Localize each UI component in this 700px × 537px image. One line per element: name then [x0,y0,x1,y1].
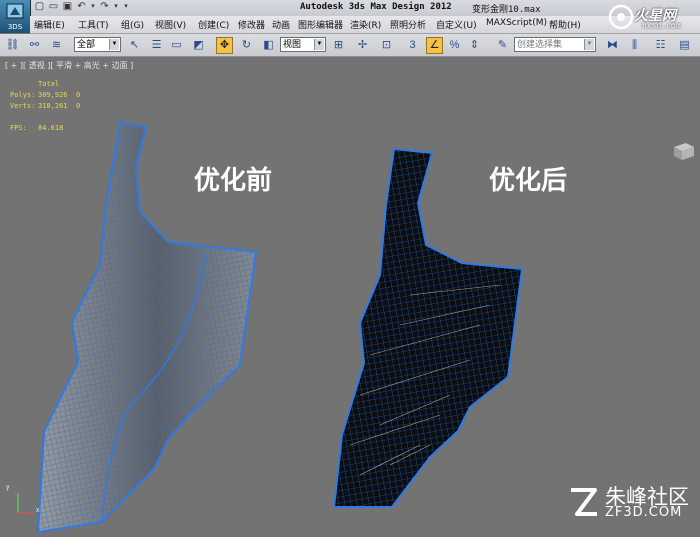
application-button[interactable]: 3DS [0,0,31,33]
stats-polys-value: 309,926 [38,91,68,99]
title-bar: ▢ ▭ ▣ ↶ ▾ ↷ ▾ ▾ Autodesk 3ds Max Design … [0,0,700,17]
stats-fps-label: FPS: [10,124,27,132]
bind-space-warp-icon[interactable]: ≋ [48,37,65,54]
stats-verts-value: 318,261 [38,102,68,110]
mesh-after-optimization[interactable] [330,145,550,515]
zf3d-logo-icon [571,488,597,516]
menu-group[interactable]: 组(G) [121,18,144,31]
select-link-icon[interactable]: ⛓ [4,37,21,54]
mesh-before-optimization[interactable] [28,117,268,537]
max-logo-icon [6,3,24,19]
reference-coord-value: 视图 [283,39,302,49]
selection-filter-value: 全部 [77,39,96,49]
select-and-scale-icon[interactable]: ◧ [260,37,277,54]
mirror-icon[interactable]: ⧓ [604,37,621,54]
viewport-label[interactable]: [ + ][ 透视 ][ 平滑 + 高光 + 边面 ] [5,60,133,71]
snaps-toggle-icon[interactable]: 3 [404,37,421,54]
viewcube-icon[interactable] [672,141,696,161]
menu-edit[interactable]: 编辑(E) [34,18,65,31]
menu-help[interactable]: 帮助(H) [549,18,581,31]
hxsd-watermark: 火星网 hxsd.com [606,4,698,31]
menu-graph-editors[interactable]: 图形编辑器 [298,18,343,31]
stats-verts-selected: 0 [76,102,81,110]
menu-tools[interactable]: 工具(T) [78,18,109,31]
named-selection-dropdown[interactable]: 创建选择集 ▼ [514,37,596,52]
menu-rendering[interactable]: 渲染(R) [350,18,381,31]
customize-qat-icon[interactable]: ▾ [122,1,130,12]
unlink-icon[interactable]: ⚯ [26,37,43,54]
menu-animation[interactable]: 动画 [272,18,290,31]
rectangular-selection-icon[interactable]: ▭ [168,37,185,54]
graphite-ribbon-icon[interactable]: ▤ [676,37,693,54]
angle-snap-icon[interactable]: ∠ [426,37,443,54]
stats-polys-selected: 0 [76,91,81,99]
axis-y-label: y [6,484,10,491]
select-and-move-icon[interactable]: ✥ [216,37,233,54]
menu-create[interactable]: 创建(C) [198,18,229,31]
stats-header: Total [38,80,60,88]
window-crossing-icon[interactable]: ◩ [190,37,207,54]
open-file-icon[interactable]: ▭ [48,1,59,12]
pivot-center-icon[interactable]: ⊞ [330,37,347,54]
selection-filter-dropdown[interactable]: 全部 ▼ [74,37,121,52]
snap-value: 3 [409,39,416,51]
undo-icon[interactable]: ↶ [76,1,87,12]
hxsd-logo-icon [608,4,634,30]
edit-named-selection-icon[interactable]: ✎ [494,37,511,54]
main-toolbar: ⛓ ⚯ ≋ 全部 ▼ ↖ ☰ ▭ ◩ ✥ ↻ ◧ 视图 ▼ ⊞ ✢ ⊡ 3 ∠ … [0,34,700,57]
app-logo-text: 3DS [7,23,23,31]
menu-maxscript[interactable]: MAXScript(M) [486,18,547,28]
menu-lighting-analysis[interactable]: 照明分析 [390,18,426,31]
chevron-down-icon: ▼ [314,39,324,50]
app-title: Autodesk 3ds Max Design 2012 [300,2,452,12]
named-selection-placeholder: 创建选择集 [517,39,563,49]
manipulate-icon[interactable]: ✢ [354,37,371,54]
new-file-icon[interactable]: ▢ [34,1,45,12]
reference-coord-dropdown[interactable]: 视图 ▼ [280,37,326,52]
select-by-name-icon[interactable]: ☰ [148,37,165,54]
spinner-snap-icon[interactable]: ⇕ [466,37,483,54]
menu-views[interactable]: 视图(V) [155,18,186,31]
zf3d-watermark: 朱峰社区 ZF3D.COM [565,478,700,525]
menu-bar: 编辑(E) 工具(T) 组(G) 视图(V) 创建(C) 修改器 动画 图形编辑… [30,16,700,34]
select-and-rotate-icon[interactable]: ↻ [238,37,255,54]
quick-access-toolbar: ▢ ▭ ▣ ↶ ▾ ↷ ▾ ▾ [34,1,130,12]
undo-dropdown-icon[interactable]: ▾ [90,1,96,12]
select-object-icon[interactable]: ↖ [126,37,143,54]
redo-dropdown-icon[interactable]: ▾ [113,1,119,12]
menu-modifiers[interactable]: 修改器 [238,18,265,31]
stats-polys-label: Polys: [10,91,36,99]
chevron-down-icon: ▼ [584,39,594,50]
hxsd-watermark-url: hxsd.com [642,21,681,30]
layer-manager-icon[interactable]: ☷ [652,37,669,54]
percent-snap-label: % [449,39,460,51]
keyboard-shortcut-override-icon[interactable]: ⊡ [378,37,395,54]
zf3d-watermark-url: ZF3D.COM [605,505,683,520]
menu-customize[interactable]: 自定义(U) [436,18,477,31]
align-icon[interactable]: ⫼ [626,37,643,54]
axis-x-label: x [36,507,40,514]
perspective-viewport[interactable]: [ + ][ 透视 ][ 平滑 + 高光 + 边面 ] Total Polys:… [0,57,700,534]
percent-snap-icon[interactable]: % [446,37,463,54]
stats-verts-label: Verts: [10,102,36,110]
redo-icon[interactable]: ↷ [99,1,110,12]
save-icon[interactable]: ▣ [62,1,73,12]
file-title: 变形金刚10.max [472,5,541,15]
chevron-down-icon: ▼ [109,39,119,50]
